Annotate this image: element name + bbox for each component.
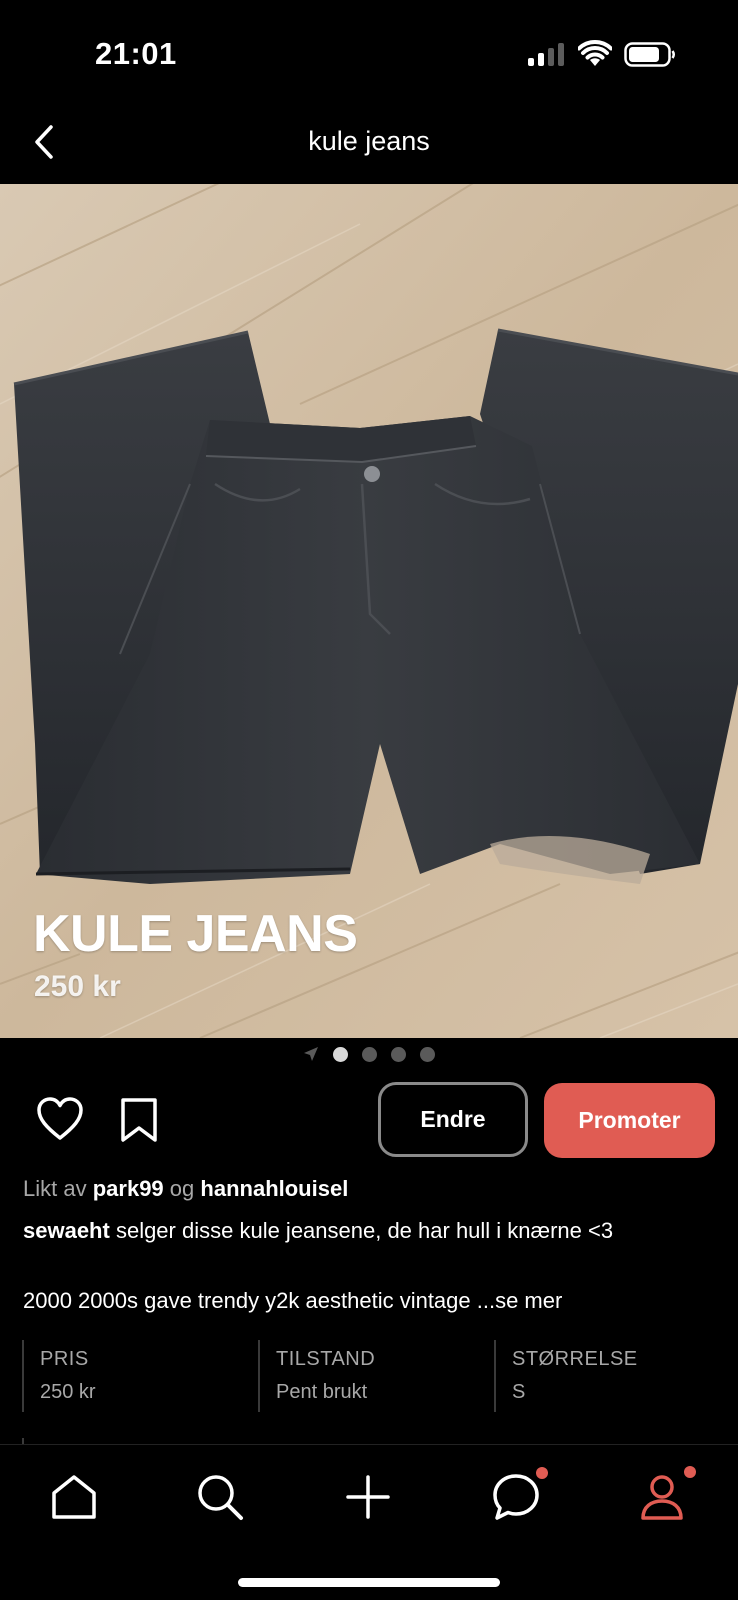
product-photo[interactable]: KULE JEANS 250 kr [0,184,738,1038]
tab-add[interactable] [338,1467,398,1527]
notification-badge [536,1467,548,1479]
carousel-dots[interactable] [0,1044,738,1064]
post-tags[interactable]: 2000 2000s gave trendy y2k aesthetic vin… [23,1288,562,1314]
wifi-icon [578,40,612,66]
carousel-dot[interactable] [420,1046,435,1062]
carousel-dot[interactable] [362,1046,377,1062]
tab-chat[interactable] [486,1467,548,1527]
heart-icon [37,1097,83,1140]
tab-home[interactable] [44,1467,104,1527]
bookmark-icon [121,1098,157,1142]
home-icon [52,1475,96,1519]
promote-button[interactable]: Promoter [544,1083,715,1158]
location-arrow-icon [304,1047,318,1061]
detail-value: 250 kr [40,1381,96,1403]
tab-search[interactable] [190,1467,250,1527]
description-text: selger disse kule jeansene, de har hull … [115,1218,614,1243]
cellular-signal-icon [528,42,566,66]
like-button[interactable] [36,1096,84,1142]
save-button[interactable] [118,1096,160,1144]
detail-condition: TILSTAND Pent brukt [258,1340,375,1412]
add-icon [346,1475,390,1519]
liked-by-prefix: Likt av [23,1176,87,1201]
search-icon [198,1475,243,1520]
page-title: kule jeans [308,126,430,156]
status-bar: 21:01 [0,0,738,110]
profile-icon [641,1475,683,1520]
detail-price: PRIS 250 kr [22,1340,96,1412]
home-indicator [238,1578,500,1587]
detail-value: Pent brukt [276,1381,368,1403]
detail-label: TILSTAND [276,1348,376,1370]
liked-by-user-link[interactable]: park99 [93,1176,164,1201]
chat-icon [493,1474,539,1520]
notification-badge [684,1466,696,1478]
detail-size: STØRRELSE S [494,1340,638,1412]
detail-value: S [512,1381,526,1403]
photo-overlay-price: 250 kr [34,970,121,1003]
liked-by-connector: og [169,1176,195,1201]
edit-button[interactable]: Endre [378,1082,528,1157]
detail-label: PRIS [40,1348,89,1370]
liked-by-text: Likt av park99 og hannahlouisel [23,1176,348,1202]
battery-icon [624,42,675,67]
nav-header: kule jeans [0,110,738,184]
author-username-link[interactable]: sewaeht [23,1218,110,1243]
photo-overlay-title: KULE JEANS [33,905,358,963]
tab-bar [0,1444,738,1600]
tab-profile[interactable] [632,1466,696,1527]
detail-label: STØRRELSE [512,1348,638,1370]
carousel-dot-active[interactable] [333,1046,348,1062]
liked-by-user-link[interactable]: hannahlouisel [200,1176,348,1201]
item-details: PRIS 250 kr TILSTAND Pent brukt STØRRELS… [22,1340,722,1412]
post-description: sewaeht selger disse kule jeansene, de h… [23,1218,613,1244]
carousel-dot[interactable] [391,1046,406,1062]
status-time: 21:01 [95,36,177,71]
